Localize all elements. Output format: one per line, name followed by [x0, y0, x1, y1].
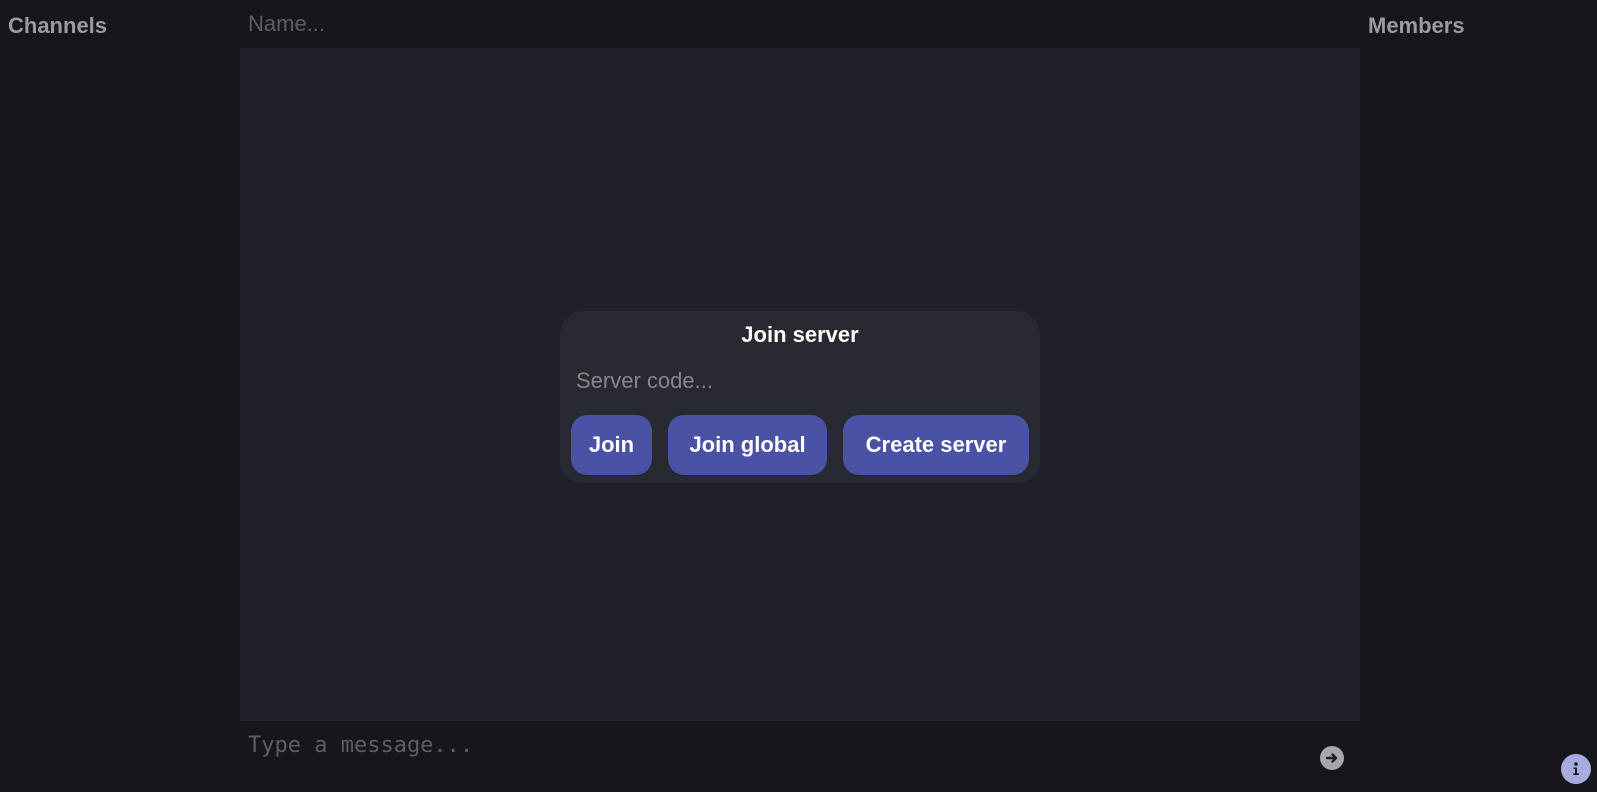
join-server-dialog: Join server Join Join global Create serv… [560, 311, 1040, 483]
dialog-buttons: Join Join global Create server [571, 415, 1029, 475]
members-title: Members [1368, 13, 1465, 38]
server-code-input[interactable] [568, 361, 1032, 401]
app-window: Channels Join server Join Join global Cr… [0, 0, 1597, 792]
channels-sidebar: Channels [0, 0, 240, 792]
name-input[interactable] [240, 0, 1360, 48]
info-icon[interactable] [1561, 754, 1591, 784]
join-global-button[interactable]: Join global [668, 415, 827, 475]
message-input[interactable] [240, 722, 1300, 768]
channels-title: Channels [8, 13, 108, 38]
create-server-button[interactable]: Create server [843, 415, 1029, 475]
members-sidebar: Members [1360, 0, 1597, 792]
arrow-right-circle-icon[interactable] [1320, 746, 1344, 770]
dialog-title: Join server [741, 322, 859, 347]
join-button[interactable]: Join [571, 415, 652, 475]
